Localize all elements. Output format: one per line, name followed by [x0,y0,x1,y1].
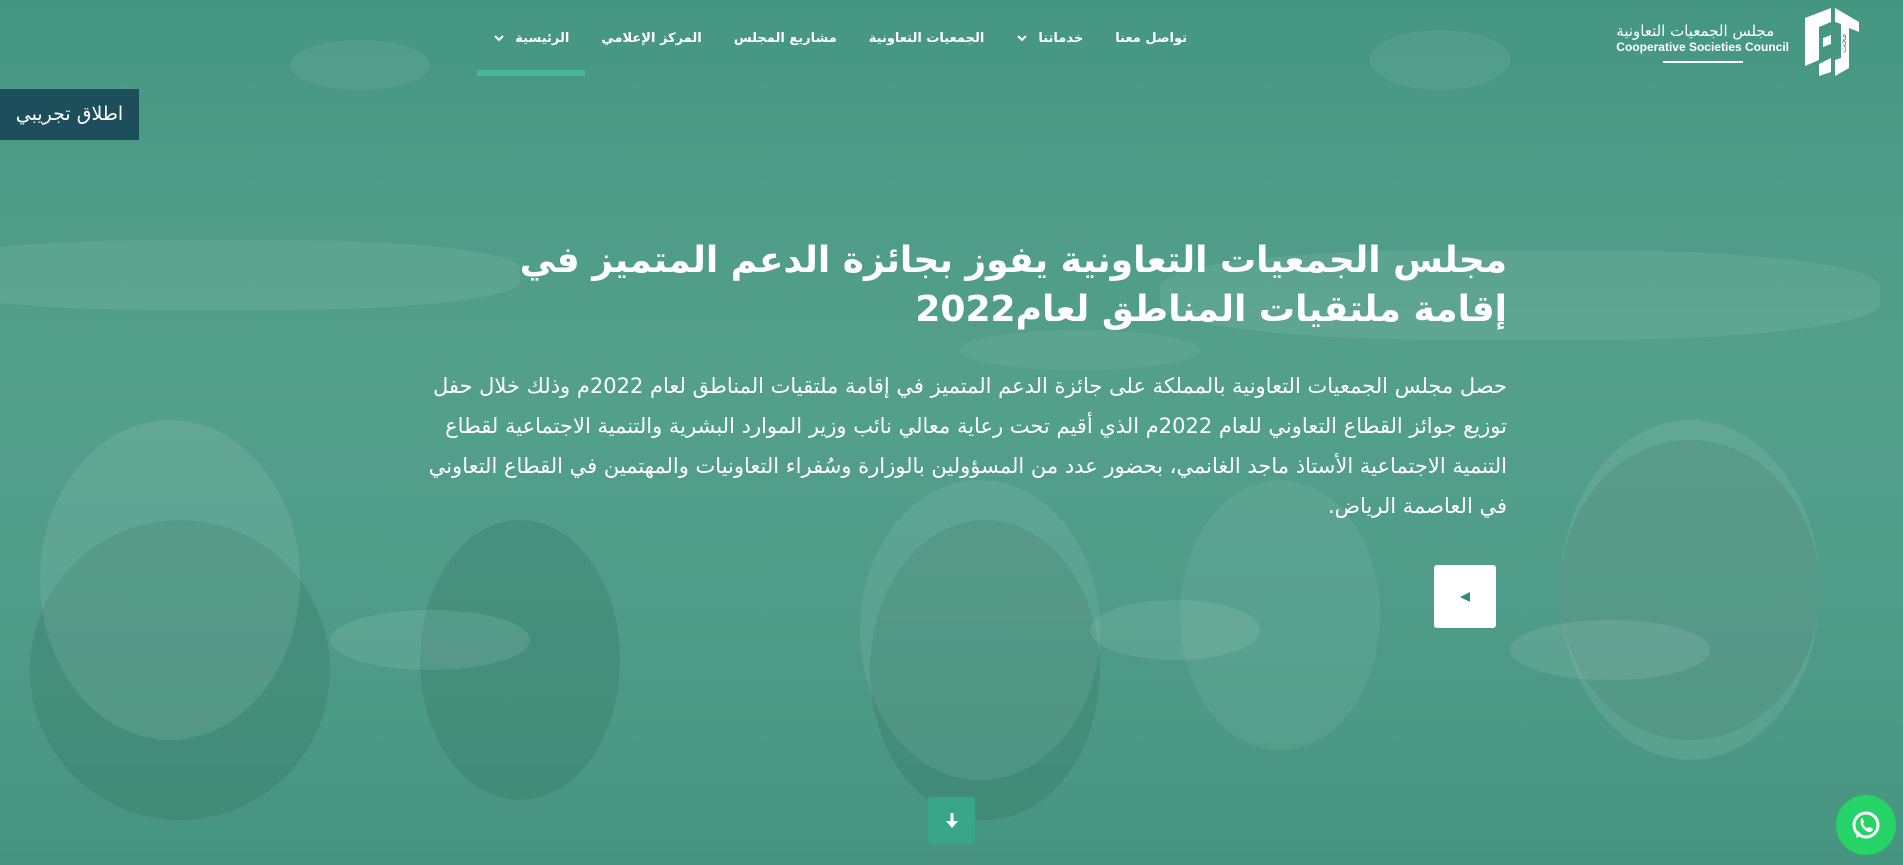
chevron-down-icon [1017,35,1028,42]
nav-item-media-center[interactable]: المركز الإعلامي [585,0,717,76]
nav-item-label: المركز الإعلامي [601,30,702,46]
chevron-down-icon [494,35,505,42]
play-left-icon [1460,591,1470,602]
hero-headline: مجلس الجمعيات التعاونية يفوز بجائزة الدع… [519,240,1507,330]
slider-play-button[interactable] [1434,565,1496,628]
logo-arabic-name: مجلس الجمعيات التعاونية [1616,21,1775,40]
nav-item-council-projects[interactable]: مشاريع المجلس [718,0,853,76]
whatsapp-icon [1852,811,1880,839]
whatsapp-chat-button[interactable] [1836,795,1896,855]
nav-item-label: الجمعيات التعاونية [868,30,985,46]
main-navigation: الرئيسية المركز الإعلامي مشاريع المجلس ا… [477,0,1203,76]
nav-item-services[interactable]: خدماتنا [1000,0,1099,76]
nav-item-contact-us[interactable]: تواصل معنا [1099,0,1203,76]
nav-item-home[interactable]: الرئيسية [477,0,586,76]
logo-underline [1662,60,1743,63]
hero-body-text: حصل مجلس الجمعيات التعاونية بالمملكة على… [428,374,1507,518]
nav-item-label: الرئيسية [515,30,570,46]
beta-launch-badge: اطلاق تجريبي [0,89,139,140]
logo-english-name: Cooperative Societies Council [1616,39,1789,54]
arrow-down-icon [945,812,958,828]
svg-text:مجت: مجت [1839,33,1849,53]
council-emblem-icon: مجت [1805,8,1859,76]
scroll-down-button[interactable] [928,797,975,844]
nav-item-cooperative-societies[interactable]: الجمعيات التعاونية [853,0,1001,76]
logo-text: مجلس الجمعيات التعاونية Cooperative Soci… [1616,22,1789,63]
nav-item-label: تواصل معنا [1115,30,1187,46]
site-logo[interactable]: مجلس الجمعيات التعاونية Cooperative Soci… [1616,8,1863,76]
hero-section: مجلس الجمعيات التعاونية Cooperative Soci… [0,0,1903,865]
nav-item-label: خدماتنا [1038,30,1084,46]
nav-item-label: مشاريع المجلس [733,30,837,46]
